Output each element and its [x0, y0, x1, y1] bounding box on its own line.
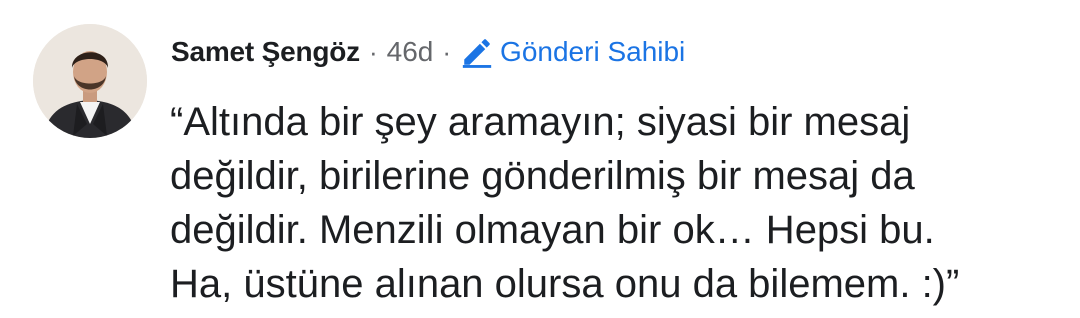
comment-header: Samet Şengöz · 46d · Gönderi Sahibi — [171, 30, 685, 74]
timestamp[interactable]: 46d — [387, 36, 434, 68]
comment-text-line: “Altında bir şey aramayın; siyasi bir me… — [170, 100, 911, 144]
profile-photo — [33, 24, 147, 138]
separator-dot: · — [368, 36, 378, 67]
separator-dot: · — [442, 36, 452, 67]
post-owner-badge: Gönderi Sahibi — [460, 35, 685, 69]
pencil-icon — [462, 39, 492, 68]
post-owner-label: Gönderi Sahibi — [500, 36, 686, 67]
author-name[interactable]: Samet Şengöz — [171, 36, 360, 68]
avatar[interactable] — [33, 24, 147, 138]
comment-text-line: değildir, birilerine gönderilmiş bir mes… — [170, 154, 915, 198]
comment-text: “Altında bir şey aramayın; siyasi bir me… — [170, 95, 1070, 311]
comment: Samet Şengöz · 46d · Gönderi Sahibi “Alt… — [0, 0, 1080, 318]
comment-text-line: Ha, üstüne alınan olursa onu da bilemem.… — [170, 262, 960, 306]
comment-text-line: değildir. Menzili olmayan bir ok… Hepsi … — [170, 208, 935, 252]
